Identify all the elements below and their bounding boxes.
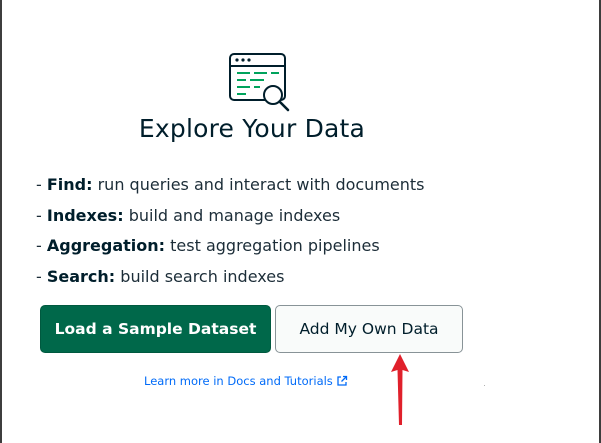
bullet-prefix: - <box>36 175 47 194</box>
stray-pixel <box>484 385 485 386</box>
feature-item-aggregation: - Aggregation: test aggregation pipeline… <box>36 231 425 262</box>
learn-more-link[interactable]: Learn more in Docs and Tutorials <box>144 374 348 388</box>
page-title: Explore Your Data <box>138 114 366 143</box>
feature-term: Find: <box>46 175 93 194</box>
bullet-prefix: - <box>36 205 47 225</box>
feature-desc: run queries and interact with documents <box>92 175 425 194</box>
window-frame-left <box>0 0 2 443</box>
feature-desc: build search indexes <box>115 266 285 286</box>
learn-more-label: Learn more in Docs and Tutorials <box>144 374 333 388</box>
feature-item-find: - Find: run queries and interact with do… <box>36 170 425 201</box>
bullet-prefix: - <box>36 236 47 255</box>
feature-list: - Find: run queries and interact with do… <box>36 170 425 292</box>
feature-term: Search: <box>46 266 116 286</box>
feature-desc: build and manage indexes <box>123 205 341 225</box>
external-link-icon <box>337 375 347 386</box>
feature-item-search: - Search: build search indexes <box>36 262 425 293</box>
add-my-own-data-button[interactable]: Add My Own Data <box>275 305 463 353</box>
feature-term: Indexes: <box>46 205 124 225</box>
explore-data-icon <box>229 53 290 112</box>
load-sample-dataset-button[interactable]: Load a Sample Dataset <box>40 305 271 353</box>
bullet-prefix: - <box>36 266 47 286</box>
feature-desc: test aggregation pipelines <box>165 236 380 255</box>
red-arrow-annotation <box>391 354 409 425</box>
feature-item-indexes: - Indexes: build and manage indexes <box>36 201 425 232</box>
feature-term: Aggregation: <box>46 236 166 255</box>
